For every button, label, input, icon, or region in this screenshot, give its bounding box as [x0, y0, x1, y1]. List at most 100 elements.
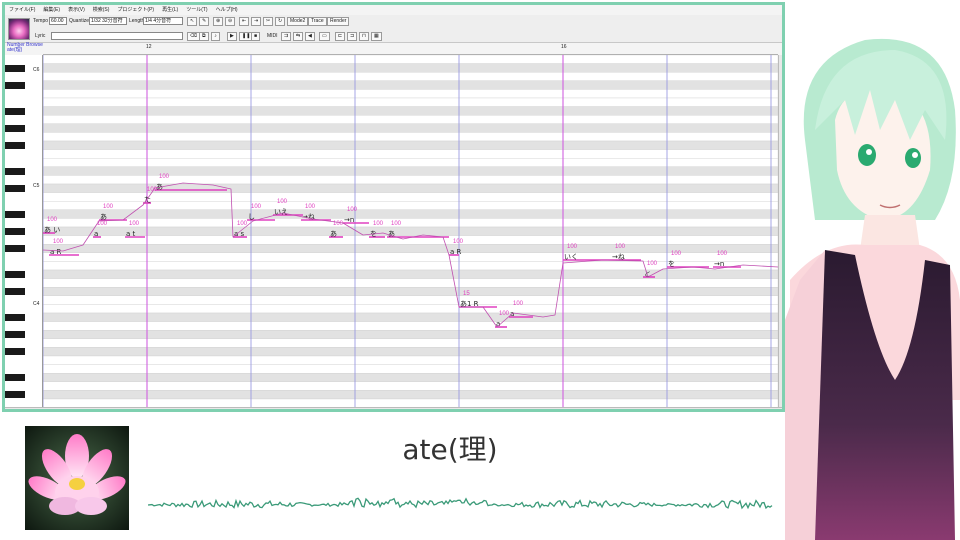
black-key[interactable] — [5, 288, 25, 296]
grid-row — [43, 390, 778, 400]
pencil-tool-icon[interactable]: ✎ — [199, 17, 210, 26]
tempo-input[interactable]: 60.00 — [49, 17, 67, 25]
grid-row — [43, 312, 778, 322]
black-key[interactable] — [5, 64, 25, 72]
black-key[interactable] — [5, 142, 25, 149]
grid-row — [43, 269, 778, 279]
scroll-thumb[interactable] — [421, 409, 453, 412]
copy-icon[interactable]: ⧉ — [199, 32, 209, 41]
menu-project[interactable]: プロジェクト(P) — [113, 5, 158, 15]
note-lyric: →ね — [612, 253, 625, 261]
vertical-scrollbar[interactable] — [778, 55, 782, 407]
note-dynamics: 100 — [453, 239, 464, 245]
black-key[interactable] — [5, 314, 25, 321]
trace-button[interactable]: Trace — [308, 17, 327, 26]
black-key[interactable] — [5, 167, 25, 175]
mode2-button[interactable]: Mode2 — [287, 17, 309, 26]
note-lyric: た — [144, 196, 151, 204]
align-left-icon[interactable]: ⊏ — [335, 32, 346, 41]
align-center-icon[interactable]: ⊐ — [347, 32, 358, 41]
align-right-icon[interactable]: ⊓ — [359, 32, 369, 41]
black-key[interactable] — [5, 245, 25, 253]
grid-row — [43, 55, 778, 64]
grid-row — [43, 243, 778, 253]
note-lyric: し — [248, 213, 255, 221]
black-key[interactable] — [5, 374, 25, 382]
grid-row — [43, 89, 778, 99]
piano-keyboard[interactable]: C6 C5 C4 — [5, 55, 43, 407]
track-title: ate(理) — [402, 433, 498, 466]
midi-sync-icon[interactable]: ⇆ — [293, 32, 304, 41]
midi-back-icon[interactable]: ◀ — [305, 32, 315, 41]
black-key[interactable] — [5, 331, 25, 339]
menu-play[interactable]: 再生(L) — [158, 5, 182, 15]
note-lyric: と — [644, 270, 651, 278]
piano-icon[interactable]: ♪ — [211, 32, 220, 41]
note-dynamics: 100 — [305, 204, 316, 210]
midi-label: MIDI — [267, 33, 278, 39]
grid-row — [43, 149, 778, 159]
black-key[interactable] — [5, 185, 25, 192]
black-key[interactable] — [5, 271, 25, 278]
note-dynamics: 15 — [463, 291, 470, 297]
note-lyric: a R — [50, 248, 62, 256]
render-button[interactable]: Render — [327, 17, 350, 26]
grid-row — [43, 295, 778, 305]
split-icon[interactable]: ✂ — [263, 17, 274, 26]
menu-file[interactable]: ファイル(F) — [5, 5, 39, 15]
length-select[interactable]: 1/4 4分音符 — [143, 17, 183, 25]
note-dynamics: 100 — [347, 207, 358, 213]
lyric-input[interactable] — [51, 32, 183, 40]
midi-in-icon[interactable]: ⇉ — [281, 32, 292, 41]
grid-row — [43, 286, 778, 296]
lotus-image — [25, 426, 129, 530]
grid-row — [43, 157, 778, 167]
octave-label: C6 — [33, 67, 40, 73]
lotus-app-icon[interactable] — [8, 18, 30, 40]
black-key[interactable] — [5, 210, 25, 218]
measure-ruler[interactable]: 12 16 — [43, 43, 778, 55]
grid-row — [43, 192, 778, 202]
grid-row — [43, 123, 778, 133]
midi-disabled-icon[interactable]: ▭ — [319, 32, 330, 41]
note-dynamics: 100 — [53, 239, 64, 245]
stop-icon[interactable]: ■ — [251, 32, 261, 41]
note-dynamics: 100 — [373, 221, 384, 227]
menu-help[interactable]: ヘルプ(H) — [212, 5, 242, 15]
grid-row — [43, 140, 778, 150]
black-key[interactable] — [5, 107, 25, 115]
grid-row — [43, 97, 778, 107]
note-dynamics: 100 — [103, 204, 114, 210]
note-lyric: あ い — [44, 226, 60, 234]
zoom-in-icon[interactable]: ⊕ — [213, 17, 224, 26]
note-grid[interactable]: あ い 100 a R 100 a 100 あ 100 a t 100 た 100 あ 100 a s 100… — [43, 55, 778, 407]
black-key[interactable] — [5, 391, 25, 399]
grid-row — [43, 398, 778, 407]
piano-roll-editor: ファイル(F) 編集(E) 表示(V) 検索(S) プロジェクト(P) 再生(L) ツール(… — [2, 2, 785, 412]
menu-tools[interactable]: ツール(T) — [182, 5, 211, 15]
grid-row — [43, 80, 778, 90]
refresh-icon[interactable]: ↻ — [275, 17, 286, 26]
toolbar: Tempo 60.00 Quantize 1/32 32分音符 Length 1… — [5, 15, 782, 43]
waveform-line — [148, 497, 773, 510]
quantize-select[interactable]: 1/32 32分音符 — [89, 17, 127, 25]
grid-icon[interactable]: ▦ — [371, 32, 382, 41]
note-lyric: a R — [450, 248, 462, 256]
black-key[interactable] — [5, 81, 25, 89]
play-icon[interactable]: ▶ — [227, 32, 237, 41]
black-key[interactable] — [5, 348, 25, 356]
zoom-out-icon[interactable]: ⊖ — [225, 17, 236, 26]
black-key[interactable] — [5, 124, 25, 132]
note-lyric: あ — [388, 230, 395, 238]
tempo-label: Tempo — [33, 18, 49, 24]
menu-search[interactable]: 検索(S) — [89, 5, 114, 15]
menu-view[interactable]: 表示(V) — [64, 5, 89, 15]
measure-number: 12 — [146, 44, 152, 50]
jump-end-icon[interactable]: ⇥ — [251, 17, 262, 26]
header-track-name: ate(理) — [7, 47, 23, 53]
black-key[interactable] — [5, 228, 25, 235]
jump-start-icon[interactable]: ⇤ — [239, 17, 250, 26]
horizontal-scrollbar[interactable] — [5, 407, 782, 412]
menu-edit[interactable]: 編集(E) — [39, 5, 64, 15]
pointer-tool-icon[interactable]: ↖ — [187, 17, 198, 26]
